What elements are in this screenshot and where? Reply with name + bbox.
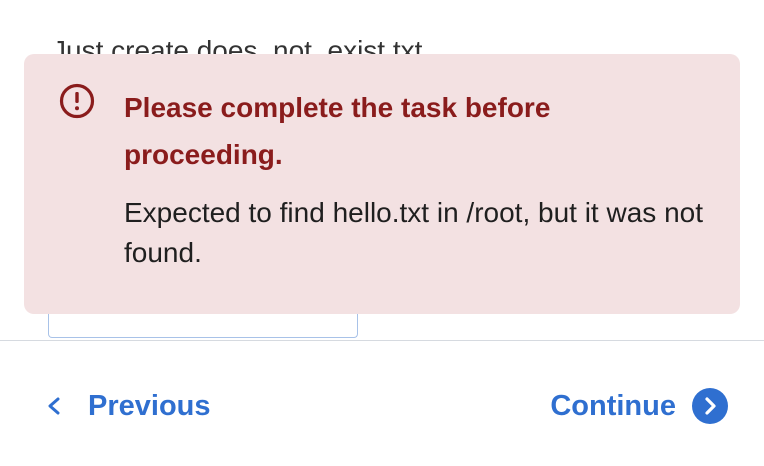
error-alert: Please complete the task before proceedi… — [24, 54, 740, 314]
continue-button[interactable]: Continue — [550, 384, 728, 428]
continue-label: Continue — [550, 389, 676, 422]
task-page: Just create does_not_exist.txt Please co… — [0, 0, 764, 466]
chevron-right-circle-icon — [692, 388, 728, 424]
footer-divider — [0, 340, 764, 341]
previous-label: Previous — [88, 389, 211, 422]
alert-title: Please complete the task before proceedi… — [124, 92, 551, 170]
alert-message: Expected to find hello.txt in /root, but… — [124, 197, 703, 268]
previous-button[interactable]: Previous — [40, 384, 211, 428]
exclamation-circle-icon — [59, 83, 95, 119]
chevron-left-icon — [48, 397, 60, 415]
